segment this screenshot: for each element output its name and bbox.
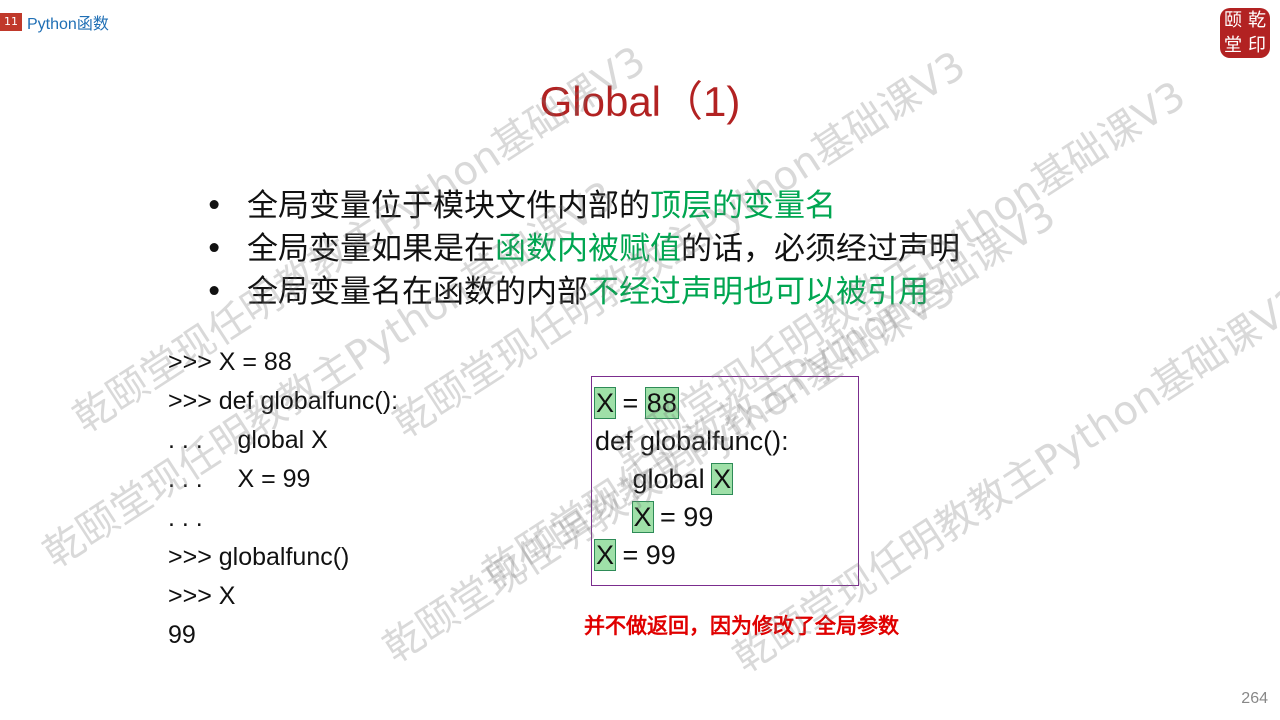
interactive-session-code: >>> X = 88 >>> def globalfunc(): . . . g… xyxy=(168,343,398,655)
highlighted-variable: X xyxy=(631,501,654,533)
bullet-dot: • xyxy=(205,274,224,310)
bullet-dot: • xyxy=(205,188,224,224)
code-text: = 99 xyxy=(615,540,676,570)
red-note: 并不做返回，因为修改了全局参数 xyxy=(584,613,899,638)
code-line: . . . X = 99 xyxy=(168,465,311,493)
seal-char: 印 xyxy=(1248,34,1266,56)
bullet-item: • 全局变量位于模块文件内部的顶层的变量名 xyxy=(205,185,960,228)
code-line: global X xyxy=(595,460,789,498)
bullet-tail: 的话，必须经过声明 xyxy=(681,231,960,267)
highlighted-value: 88 xyxy=(644,387,679,419)
code-line: X = 88 xyxy=(593,384,789,422)
code-line: . . . xyxy=(168,504,203,532)
bullet-highlight: 函数内被赋值 xyxy=(495,231,681,267)
page-number: 264 xyxy=(1241,690,1268,707)
seal-char: 颐 xyxy=(1224,9,1242,31)
code-line: 99 xyxy=(168,621,196,649)
bullet-item: • 全局变量如果是在函数内被赋值的话，必须经过声明 xyxy=(205,228,960,271)
code-line: X = 99 xyxy=(595,498,789,536)
bullet-text: 全局变量名在函数的内部 xyxy=(247,274,588,310)
code-line: . . . global X xyxy=(168,426,328,454)
highlighted-variable: X xyxy=(593,387,617,419)
chapter-tag: 11 Python函数 xyxy=(0,12,109,33)
bullet-highlight: 顶层的变量名 xyxy=(650,188,836,224)
code-text: = 99 xyxy=(652,502,714,532)
code-text: = xyxy=(615,388,646,418)
bullet-highlight: 不经过声明也可以被引用 xyxy=(588,274,929,310)
code-line: X = 99 xyxy=(593,536,789,574)
bullet-item: • 全局变量名在函数的内部不经过声明也可以被引用 xyxy=(205,271,960,314)
code-line: >>> X xyxy=(168,582,236,610)
code-line: >>> def globalfunc(): xyxy=(168,387,399,415)
chapter-title: Python函数 xyxy=(27,16,109,33)
bullet-text: 全局变量位于模块文件内部的 xyxy=(247,188,650,224)
highlighted-variable: X xyxy=(593,539,617,571)
bullet-text: 全局变量如果是在 xyxy=(247,231,495,267)
code-line: >>> globalfunc() xyxy=(168,543,350,571)
highlighted-variable: X xyxy=(711,463,734,495)
seal-logo: 颐 乾 堂 印 xyxy=(1220,8,1270,58)
bullet-list: • 全局变量位于模块文件内部的顶层的变量名 • 全局变量如果是在函数内被赋值的话，必… xyxy=(205,185,960,314)
seal-char: 乾 xyxy=(1248,9,1266,31)
code-line: >>> X = 88 xyxy=(168,348,292,376)
slide-title: Global（1) xyxy=(539,78,741,125)
code-line: def globalfunc(): xyxy=(595,426,789,456)
chapter-number: 11 xyxy=(0,13,22,31)
bullet-dot: • xyxy=(205,231,224,267)
annotated-code: X = 88 def globalfunc(): global X X = 99… xyxy=(593,384,789,574)
seal-char: 堂 xyxy=(1224,34,1242,56)
code-text: global xyxy=(595,464,713,494)
